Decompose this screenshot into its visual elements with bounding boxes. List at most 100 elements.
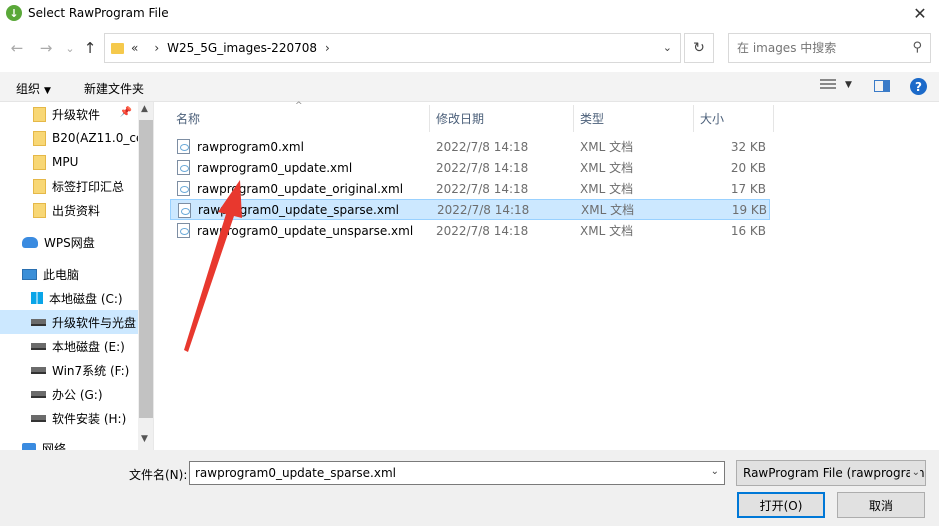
column-header-size[interactable]: 大小 bbox=[694, 105, 774, 132]
open-button[interactable]: 打开(O) bbox=[737, 492, 825, 518]
file-row[interactable]: rawprogram0_update.xml 2022/7/8 14:18 XM… bbox=[170, 157, 770, 178]
file-modified: 2022/7/8 14:18 bbox=[436, 139, 529, 154]
file-name: rawprogram0_update.xml bbox=[197, 160, 353, 175]
sidebar-item-drive-h[interactable]: 软件安装 (H:) bbox=[0, 406, 138, 430]
help-icon[interactable]: ? bbox=[910, 78, 927, 95]
navigation-pane: 升级软件 📌 B20(AZ11.0_ces MPU 标签打印汇总 出货资料 WP… bbox=[0, 102, 154, 450]
breadcrumb-separator[interactable]: › bbox=[325, 41, 330, 55]
command-toolbar: 组织 ▼ 新建文件夹 ▼ ? bbox=[0, 72, 939, 102]
drive-icon bbox=[31, 318, 46, 326]
organize-menu[interactable]: 组织 ▼ bbox=[16, 80, 51, 97]
filename-field[interactable] bbox=[195, 466, 695, 480]
search-box[interactable]: ⚲ bbox=[728, 33, 931, 63]
file-modified: 2022/7/8 14:18 bbox=[436, 181, 529, 196]
file-name: rawprogram0_update_original.xml bbox=[197, 181, 404, 196]
sidebar-item-upgrade-software[interactable]: 升级软件 📌 bbox=[0, 102, 138, 126]
folder-icon bbox=[33, 106, 46, 122]
sidebar-item-drive-g[interactable]: 办公 (G:) bbox=[0, 382, 138, 406]
xml-file-icon bbox=[177, 181, 190, 196]
file-type: XML 文档 bbox=[580, 161, 634, 175]
column-header-type[interactable]: 类型 bbox=[574, 105, 694, 132]
sidebar-item-label: 升级软件 bbox=[52, 107, 101, 122]
chevron-down-icon: ▼ bbox=[44, 86, 51, 96]
breadcrumb-item[interactable]: W25_5G_images-220708 bbox=[167, 41, 317, 55]
file-modified: 2022/7/8 14:18 bbox=[437, 202, 530, 217]
file-name: rawprogram0_update_unsparse.xml bbox=[197, 223, 414, 238]
search-input[interactable] bbox=[737, 41, 897, 55]
file-name: rawprogram0.xml bbox=[197, 139, 304, 154]
file-row[interactable]: rawprogram0.xml 2022/7/8 14:18 XML 文档 32… bbox=[170, 136, 770, 157]
sidebar-item-mpu[interactable]: MPU bbox=[0, 150, 138, 174]
breadcrumb-overflow[interactable]: « bbox=[131, 41, 138, 55]
cloud-icon bbox=[22, 236, 38, 248]
sidebar-item-label: 办公 (G:) bbox=[52, 387, 103, 402]
sidebar-item-wps-drive[interactable]: WPS网盘 bbox=[0, 230, 138, 254]
sidebar-item-label: MPU bbox=[52, 155, 79, 169]
preview-pane-icon[interactable] bbox=[874, 80, 890, 92]
address-bar[interactable]: « › W25_5G_images-220708 › ⌄ bbox=[104, 33, 681, 63]
sidebar-item-label: 标签打印汇总 bbox=[52, 179, 125, 194]
address-dropdown-icon[interactable]: ⌄ bbox=[663, 41, 672, 54]
up-button[interactable]: ↑ bbox=[80, 38, 100, 58]
close-button[interactable]: ✕ bbox=[907, 3, 933, 23]
folder-icon bbox=[33, 178, 46, 194]
window-title: Select RawProgram File bbox=[28, 6, 169, 20]
sidebar-item-label: 本地磁盘 (E:) bbox=[52, 339, 125, 354]
recent-locations-button[interactable]: ⌄ bbox=[60, 38, 80, 58]
file-type: XML 文档 bbox=[580, 182, 634, 196]
drive-icon bbox=[31, 390, 46, 398]
scrollbar-thumb[interactable] bbox=[139, 120, 153, 418]
sidebar-item-label: Win7系统 (F:) bbox=[52, 363, 130, 378]
cancel-button[interactable]: 取消 bbox=[837, 492, 925, 518]
filetype-value: RawProgram File (rawprogram bbox=[743, 466, 925, 480]
column-label: 修改日期 bbox=[436, 112, 485, 126]
sidebar-item-drive-d[interactable]: 升级软件与光盘 bbox=[0, 310, 138, 334]
view-options-icon[interactable] bbox=[820, 79, 836, 93]
forward-button[interactable]: → bbox=[36, 38, 56, 58]
sidebar-item-drive-e[interactable]: 本地磁盘 (E:) bbox=[0, 334, 138, 358]
column-header-name[interactable]: 名称 ^ bbox=[155, 101, 430, 132]
organize-label: 组织 bbox=[16, 82, 41, 96]
column-label: 类型 bbox=[580, 112, 605, 126]
sidebar-item-b20[interactable]: B20(AZ11.0_ces bbox=[0, 126, 138, 150]
new-folder-button[interactable]: 新建文件夹 bbox=[84, 80, 144, 97]
sidebar-item-drive-c[interactable]: 本地磁盘 (C:) bbox=[0, 286, 138, 310]
column-header-modified[interactable]: 修改日期 bbox=[430, 105, 574, 132]
sidebar-item-network[interactable]: 网络 bbox=[0, 436, 138, 450]
scroll-down-icon[interactable]: ▼ bbox=[141, 434, 148, 444]
sidebar-item-drive-f[interactable]: Win7系统 (F:) bbox=[0, 358, 138, 382]
filetype-select[interactable]: RawProgram File (rawprogram ⌄ bbox=[736, 460, 926, 486]
sidebar-item-label-print[interactable]: 标签打印汇总 bbox=[0, 174, 138, 198]
refresh-button[interactable]: ↻ bbox=[684, 33, 714, 63]
back-button[interactable]: ← bbox=[7, 38, 27, 58]
sidebar-item-this-pc[interactable]: 此电脑 bbox=[0, 262, 138, 286]
file-row[interactable]: rawprogram0_update_unsparse.xml 2022/7/8… bbox=[170, 220, 770, 241]
sidebar-item-label: 网络 bbox=[42, 441, 67, 451]
xml-file-icon bbox=[178, 203, 191, 218]
sidebar-item-label: 升级软件与光盘 bbox=[52, 315, 137, 330]
view-dropdown-icon[interactable]: ▼ bbox=[845, 80, 852, 90]
file-modified: 2022/7/8 14:18 bbox=[436, 160, 529, 175]
chevron-down-icon[interactable]: ⌄ bbox=[711, 466, 719, 477]
file-size: 19 KB bbox=[731, 202, 767, 217]
file-name: rawprogram0_update_sparse.xml bbox=[198, 202, 399, 217]
filename-combobox[interactable]: ⌄ bbox=[189, 461, 725, 485]
sidebar-scrollbar[interactable]: ▲ ▼ bbox=[138, 102, 153, 450]
search-icon[interactable]: ⚲ bbox=[912, 40, 922, 55]
file-row[interactable]: rawprogram0_update_original.xml 2022/7/8… bbox=[170, 178, 770, 199]
sidebar-item-shipping-docs[interactable]: 出货资料 bbox=[0, 198, 138, 222]
title-bar: ↓ Select RawProgram File ✕ bbox=[0, 0, 939, 26]
scroll-up-icon[interactable]: ▲ bbox=[141, 104, 148, 114]
chevron-down-icon[interactable]: ⌄ bbox=[909, 467, 920, 478]
file-row-selected[interactable]: rawprogram0_update_sparse.xml 2022/7/8 1… bbox=[170, 199, 770, 220]
folder-icon bbox=[33, 130, 46, 146]
sort-ascending-icon: ^ bbox=[295, 101, 303, 111]
sidebar-item-label: 软件安装 (H:) bbox=[52, 411, 127, 426]
network-icon bbox=[22, 443, 36, 450]
dialog-footer: 文件名(N): ⌄ RawProgram File (rawprogram ⌄ … bbox=[0, 450, 939, 526]
breadcrumb-separator[interactable]: › bbox=[154, 41, 159, 55]
sidebar-item-label: B20(AZ11.0_ces bbox=[52, 131, 138, 145]
computer-icon bbox=[22, 268, 37, 280]
drive-icon bbox=[31, 342, 46, 350]
pin-icon[interactable]: 📌 bbox=[120, 107, 132, 118]
